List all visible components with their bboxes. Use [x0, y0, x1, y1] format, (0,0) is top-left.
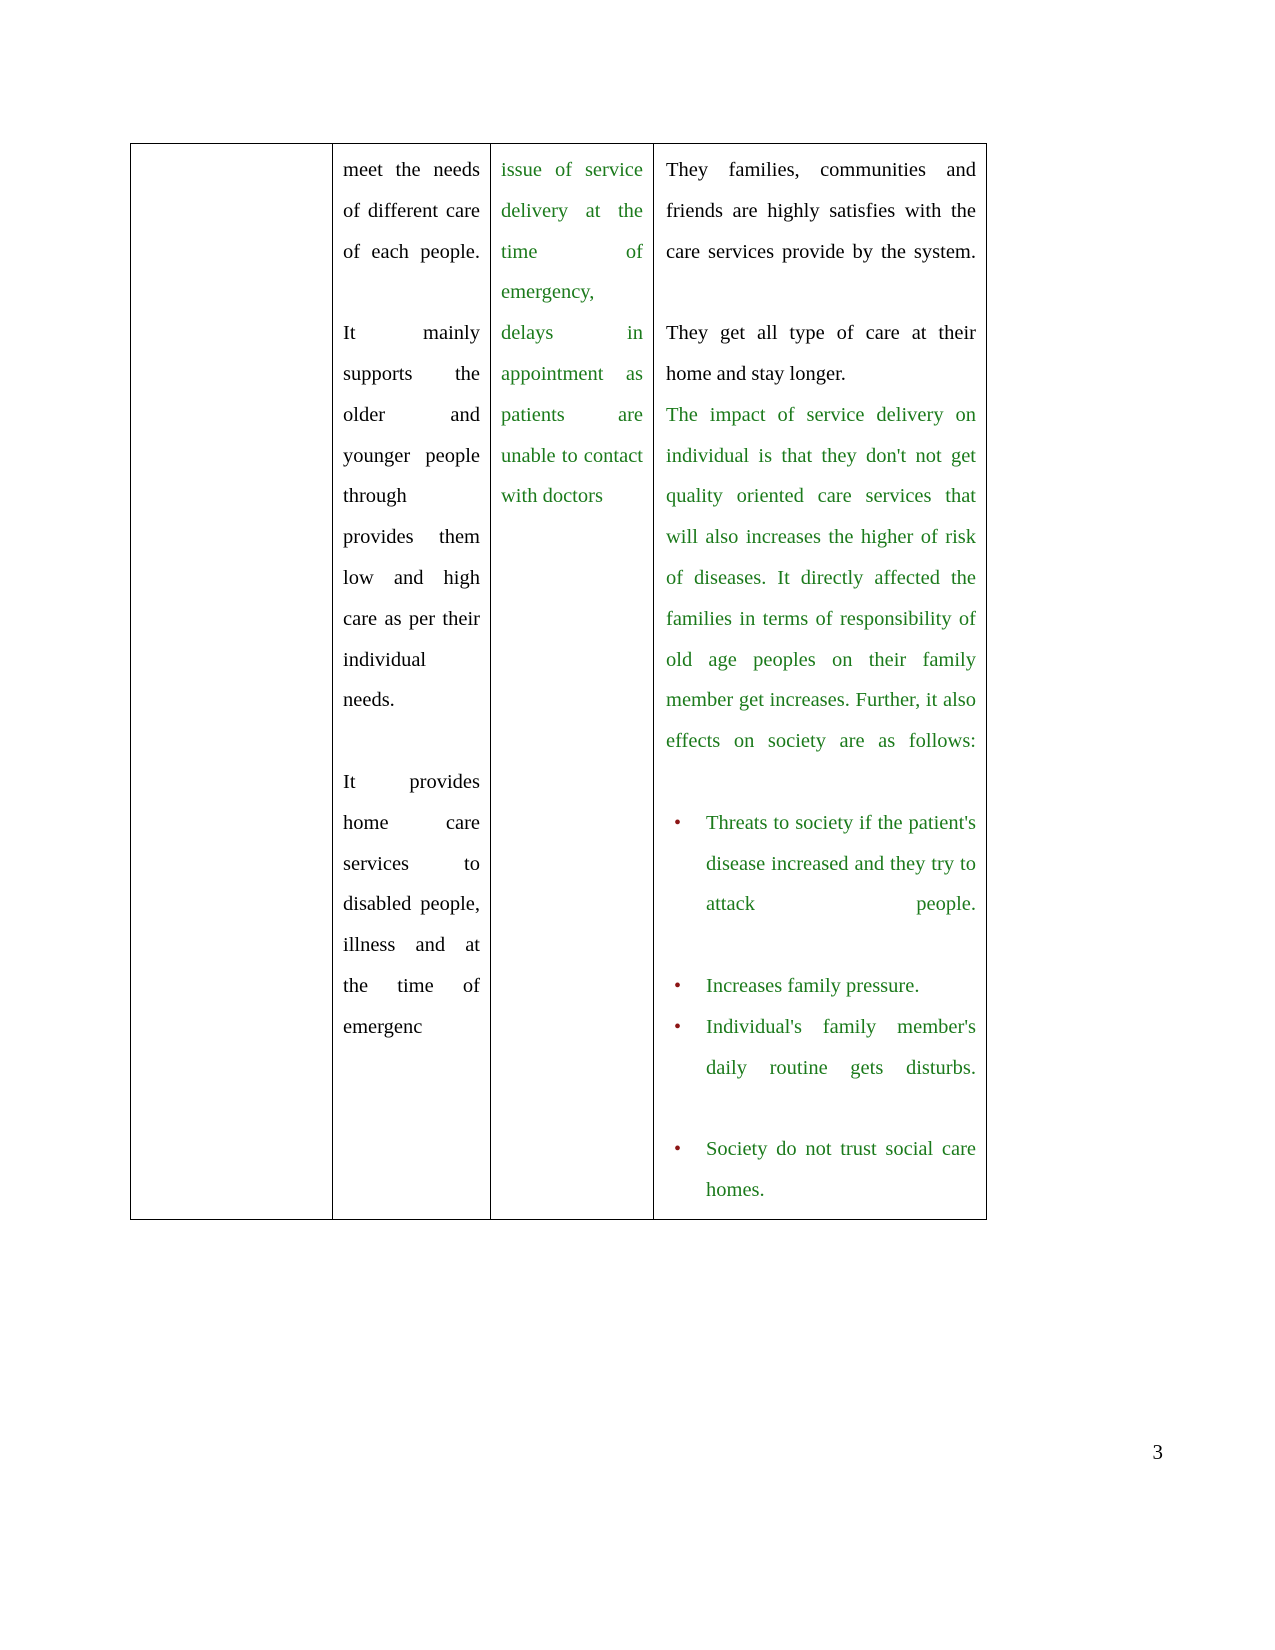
table-cell-green-text-column: issue of service delivery at the time of…	[490, 143, 654, 1220]
bullet-icon: •	[674, 1015, 682, 1038]
page-number: 3	[1152, 1440, 1164, 1464]
empty-cell-inner	[131, 144, 332, 158]
green-paragraph-1: issue of service delivery at the time of…	[501, 159, 643, 508]
black-cell-inner: meet the needs of different care of each…	[333, 144, 490, 1056]
black-paragraph-2: It mainly supports the older and younger…	[343, 322, 480, 712]
bullet-icon: •	[674, 811, 682, 834]
list-item-text: Threats to society if the patient's dise…	[706, 811, 976, 916]
bullet-icon: •	[674, 974, 682, 997]
list-item: • Threats to society if the patient's di…	[666, 803, 976, 966]
main-paragraph-2: They get all type of care at their home …	[666, 322, 976, 385]
content-table: meet the needs of different care of each…	[130, 143, 987, 1220]
list-item-text: Society do not trust social care homes.	[706, 1138, 976, 1201]
green-cell-inner: issue of service delivery at the time of…	[491, 144, 653, 525]
table-cell-black-text-column: meet the needs of different care of each…	[332, 143, 491, 1220]
black-paragraph-1: meet the needs of different care of each…	[343, 159, 480, 263]
list-item: • Increases family pressure.	[666, 966, 976, 1007]
list-item: • Individual's family member's daily rou…	[666, 1007, 976, 1129]
impact-bullet-list: • Threats to society if the patient's di…	[666, 803, 976, 1211]
list-item-text: Increases family pressure.	[706, 974, 920, 997]
list-item: • Society do not trust social care homes…	[666, 1129, 976, 1211]
table-cell-main-column: They families, communities and friends a…	[653, 143, 987, 1220]
table-row: meet the needs of different care of each…	[130, 143, 987, 1220]
list-item-text: Individual's family member's daily routi…	[706, 1015, 976, 1079]
black-paragraph-3: It provides home care services to disabl…	[343, 770, 480, 1038]
main-cell-inner: They families, communities and friends a…	[654, 144, 986, 1219]
bullet-icon: •	[674, 1138, 682, 1161]
main-paragraph-3: The impact of service delivery on indivi…	[666, 403, 976, 753]
document-page: meet the needs of different care of each…	[0, 0, 1275, 1650]
main-paragraph-1: They families, communities and friends a…	[666, 159, 976, 263]
table-cell-empty-column	[130, 143, 333, 1220]
